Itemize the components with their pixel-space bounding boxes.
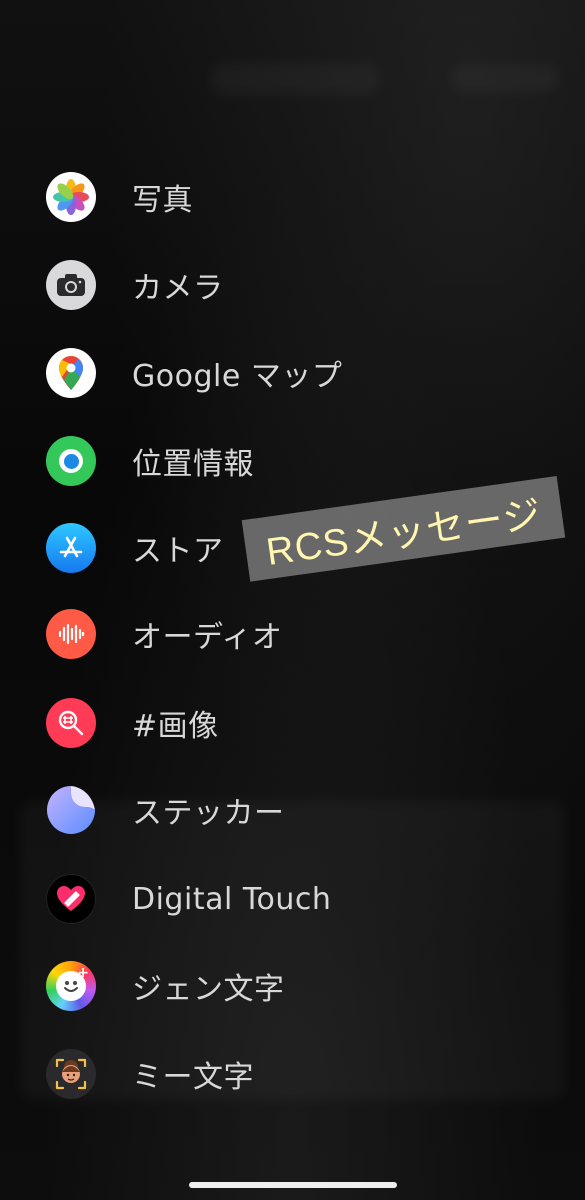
menu-item-label: 位置情報 <box>132 447 254 482</box>
menu-item-label: カメラ <box>132 271 224 306</box>
menu-item-label: ストア <box>132 534 224 569</box>
audio-icon <box>46 609 96 659</box>
menu-item-label: オーディオ <box>132 620 283 655</box>
sticker-icon <box>46 785 96 835</box>
google-maps-icon <box>46 348 96 398</box>
home-indicator[interactable] <box>189 1182 397 1188</box>
menu-item-label: Google マップ <box>132 359 343 394</box>
genmoji-icon: + <box>46 961 96 1011</box>
blurred-header <box>210 62 380 96</box>
blurred-header-action <box>450 64 560 92</box>
menu-item-stickers[interactable]: ステッカー <box>46 782 546 838</box>
menu-item-digital-touch[interactable]: Digital Touch <box>46 871 546 927</box>
menu-item-audio[interactable]: オーディオ <box>46 606 546 662</box>
photos-icon <box>46 172 96 222</box>
digital-touch-icon <box>46 874 96 924</box>
menu-item-label: 写真 <box>132 183 193 218</box>
menu-item-genmoji[interactable]: + ジェン文字 <box>46 958 546 1014</box>
menu-item-google-maps[interactable]: Google マップ <box>46 345 546 401</box>
menu-item-camera[interactable]: カメラ <box>46 257 546 313</box>
image-search-icon <box>46 698 96 748</box>
menu-item-images[interactable]: #画像 <box>46 695 546 751</box>
menu-item-memoji[interactable]: ミー文字 <box>46 1046 546 1102</box>
menu-item-label: #画像 <box>132 709 219 744</box>
app-store-icon <box>46 523 96 573</box>
menu-item-label: ステッカー <box>132 796 285 831</box>
menu-item-location[interactable]: 位置情報 <box>46 433 546 489</box>
menu-item-photos[interactable]: 写真 <box>46 169 546 225</box>
menu-item-label: Digital Touch <box>132 881 332 917</box>
camera-icon <box>46 260 96 310</box>
location-icon <box>46 436 96 486</box>
memoji-icon <box>46 1049 96 1099</box>
menu-item-label: ジェン文字 <box>132 972 285 1007</box>
menu-item-label: ミー文字 <box>132 1060 254 1095</box>
